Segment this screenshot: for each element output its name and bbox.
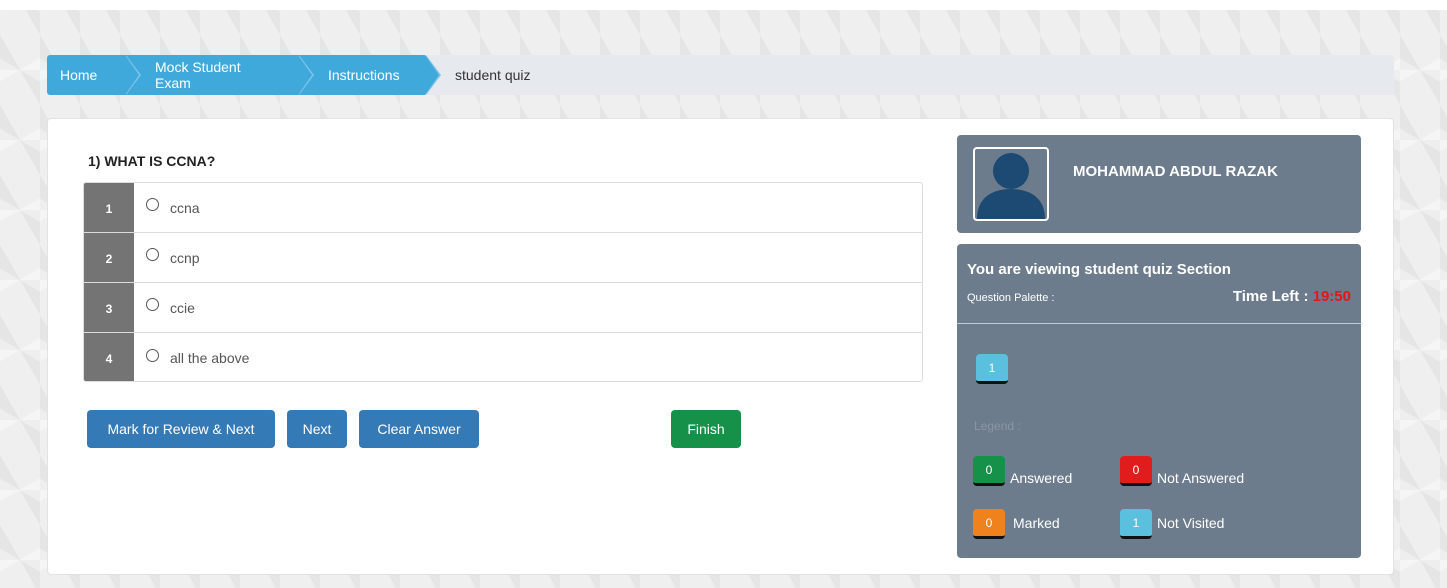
radio-button[interactable] (146, 248, 159, 261)
option-1[interactable]: 1 ccna (84, 183, 922, 233)
option-number: 4 (84, 333, 134, 381)
option-2[interactable]: 2 ccnp (84, 233, 922, 283)
answered-count-badge: 0 (973, 456, 1005, 486)
option-4[interactable]: 4 all the above (84, 333, 922, 381)
options-list: 1 ccna 2 ccnp 3 ccie 4 all the above (83, 182, 923, 382)
breadcrumb: Home Mock Student Exam Instructions stud… (47, 55, 1394, 95)
breadcrumb-mock-student-exam[interactable]: Mock Student Exam (125, 55, 314, 95)
next-button[interactable]: Next (287, 410, 347, 448)
option-number: 2 (84, 233, 134, 282)
clear-answer-button[interactable]: Clear Answer (359, 410, 479, 448)
palette-question-1[interactable]: 1 (976, 354, 1008, 384)
marked-count-badge: 0 (973, 509, 1005, 539)
option-label: ccnp (170, 249, 200, 266)
time-left-value: 19:50 (1312, 288, 1351, 305)
top-strip (0, 0, 1447, 10)
radio-button[interactable] (146, 198, 159, 211)
not-answered-count-badge: 0 (1120, 456, 1152, 486)
mark-for-review-button[interactable]: Mark for Review & Next (87, 410, 275, 448)
not-visited-label: Not Visited (1157, 515, 1225, 531)
breadcrumb-instructions[interactable]: Instructions (298, 55, 441, 95)
option-number: 3 (84, 283, 134, 332)
question-palette-panel: You are viewing student quiz Section Que… (957, 244, 1361, 558)
option-label: ccie (170, 299, 195, 316)
finish-button[interactable]: Finish (671, 410, 741, 448)
legend-heading: Legend : (974, 419, 1021, 433)
answered-label: Answered (1010, 470, 1073, 486)
profile-panel: MOHAMMAD ABDUL RAZAK (957, 135, 1361, 233)
option-label: ccna (170, 199, 200, 216)
student-name: MOHAMMAD ABDUL RAZAK (1073, 163, 1278, 180)
marked-label: Marked (1013, 515, 1060, 531)
option-3[interactable]: 3 ccie (84, 283, 922, 333)
option-label: all the above (170, 350, 250, 366)
avatar (973, 147, 1049, 221)
question-title: 1) WHAT IS CCNA? (88, 153, 216, 169)
time-left-label: Time Left : (1232, 288, 1309, 305)
user-silhouette-icon (977, 153, 1045, 219)
breadcrumb-home[interactable]: Home (47, 55, 141, 95)
radio-button[interactable] (146, 348, 159, 362)
divider (957, 323, 1361, 324)
not-answered-label: Not Answered (1157, 470, 1245, 486)
question-palette-label: Question Palette : (967, 292, 1055, 304)
not-visited-count-badge: 1 (1120, 509, 1152, 539)
option-number: 1 (84, 183, 134, 232)
radio-button[interactable] (146, 298, 159, 311)
section-title: You are viewing student quiz Section (967, 261, 1231, 278)
time-left: Time Left : 19:50 (1233, 288, 1351, 305)
